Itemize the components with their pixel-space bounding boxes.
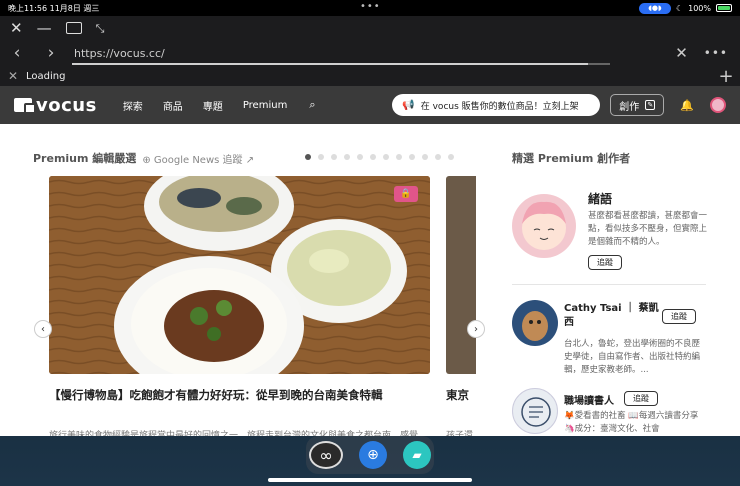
carousel-dot[interactable] xyxy=(357,154,363,160)
forward-button[interactable]: › xyxy=(34,43,68,63)
creator-bio: 甚麼都看甚麼都讀，甚麼都會一點，看似技多不壓身，但實際上是個雜而不精的人。 xyxy=(588,211,708,247)
article-image[interactable]: 🔒 xyxy=(49,176,430,374)
creator-avatar[interactable] xyxy=(512,300,558,346)
article-title[interactable]: 【慢行博物島】吃飽飽才有體力好好玩：從早到晚的台南美食特輯 xyxy=(49,387,383,403)
create-button[interactable]: 創作 ✎ xyxy=(610,94,665,116)
next-article-image[interactable] xyxy=(446,176,476,374)
globe-app-icon[interactable]: ⊕ xyxy=(359,441,387,469)
clock: 晚上11:56 11月8日 週三 xyxy=(8,3,100,13)
carousel-dot[interactable] xyxy=(396,154,402,160)
create-label: 創作 xyxy=(619,101,640,113)
dog-avatar-icon xyxy=(522,311,548,341)
nav-products[interactable]: 商品 xyxy=(163,98,183,113)
tab-title[interactable]: Loading xyxy=(26,71,712,82)
creator-avatar[interactable] xyxy=(512,194,576,258)
infinity-app-icon[interactable]: ∞ xyxy=(309,441,343,469)
tab-close-button[interactable]: ✕ xyxy=(0,69,26,83)
creator-name[interactable]: 緒語 xyxy=(588,190,612,207)
dock: ∞ ⊕ ▰ xyxy=(306,436,434,474)
creators-title: 精選 Premium 創作者 xyxy=(512,152,631,165)
vocus-logo-icon xyxy=(14,98,36,114)
site-header: vocus 探索 商品 專題 Premium ⌕ 📢 在 vocus 販售你的數… xyxy=(0,86,740,124)
screen-record-icon[interactable]: ◖●◗ xyxy=(638,2,671,14)
carousel-dot[interactable] xyxy=(331,154,337,160)
nav-premium[interactable]: Premium xyxy=(243,100,288,111)
carousel-dot[interactable] xyxy=(344,154,350,160)
food-illustration xyxy=(49,176,430,374)
minimize-window-icon[interactable]: — xyxy=(37,20,52,36)
moon-icon: ☾ xyxy=(675,3,684,13)
follow-button[interactable]: 追蹤 xyxy=(588,255,622,270)
carousel-dot[interactable] xyxy=(435,154,441,160)
creator-card: 職場讀書人 追蹤 🦊愛看書的社畜 📖每週六讀書分享🦄成分：臺灣文化、社會 xyxy=(512,388,712,436)
carousel-prev-button[interactable]: ‹ xyxy=(34,320,52,338)
next-article-title[interactable]: 東京 xyxy=(446,387,469,403)
carousel-dot[interactable] xyxy=(383,154,389,160)
promo-banner[interactable]: 📢 在 vocus 販售你的數位商品！立刻上架 xyxy=(392,94,601,116)
creator-card: 緒語 甚麼都看甚麼都讀，甚麼都會一點，看似技多不壓身，但實際上是個雜而不精的人。… xyxy=(512,192,712,284)
creator-name[interactable]: 職場讀書人 xyxy=(564,392,614,407)
battery-icon xyxy=(716,4,732,12)
carousel-dot[interactable] xyxy=(318,154,324,160)
carousel-dot[interactable] xyxy=(422,154,428,160)
carousel-dot[interactable] xyxy=(448,154,454,160)
article-excerpt: 旅行美味的食物經驗是旅程當中最好的回憶之一。旅程走到台灣的文化與美食之都台南，感… xyxy=(49,431,419,436)
creator-bio: 台北人，魯蛇，登出學術圈的不良歷史學徒，自由寫作者、出版社特約編輯，歷史家教老師… xyxy=(564,339,701,375)
new-tab-button[interactable]: + xyxy=(712,66,740,87)
creator-bio: 🦊愛看書的社畜 📖每週六讀書分享🦄成分：臺灣文化、社會 xyxy=(564,411,699,434)
megaphone-icon: 📢 xyxy=(402,99,415,111)
creator-name[interactable]: Cathy Tsai ｜ 蔡凱西 xyxy=(564,302,660,330)
user-avatar[interactable] xyxy=(710,97,726,113)
files-app-icon[interactable]: ▰ xyxy=(403,441,431,469)
search-icon[interactable]: ⌕ xyxy=(309,98,315,112)
browser-chrome: ✕ — ⤡ ‹ › https://vocus.cc/ ✕ ••• ✕ Load… xyxy=(0,16,740,87)
next-article-excerpt: 孩子還 xyxy=(446,431,474,436)
multitask-dots-icon[interactable]: ••• xyxy=(360,1,381,12)
close-window-icon[interactable]: ✕ xyxy=(10,20,23,36)
creator-avatar[interactable] xyxy=(512,388,558,434)
premium-lock-icon: 🔒 xyxy=(394,186,418,202)
nav-explore[interactable]: 探索 xyxy=(123,98,143,113)
back-button[interactable]: ‹ xyxy=(0,43,34,63)
edit-icon: ✎ xyxy=(645,100,656,110)
loading-progress-bar xyxy=(72,63,610,65)
more-menu-button[interactable]: ••• xyxy=(704,46,728,60)
carousel-dot[interactable] xyxy=(409,154,415,160)
divider xyxy=(512,284,706,285)
carousel-dots xyxy=(305,154,454,160)
follow-button[interactable]: 追蹤 xyxy=(662,309,696,324)
vocus-logo[interactable]: vocus xyxy=(14,95,97,116)
resize-window-icon[interactable]: ⤡ xyxy=(96,23,105,34)
status-bar: 晚上11:56 11月8日 週三 ••• ◖●◗ ☾ 100% xyxy=(0,0,740,16)
loading-progress-fill xyxy=(72,63,589,65)
page-content: Premium 編輯嚴選 ⊕ Google News 追蹤 ↗ 🔒 ‹ › 【慢… xyxy=(0,124,740,436)
promo-text: 在 vocus 販售你的數位商品！立刻上架 xyxy=(420,101,579,112)
reader-logo-icon xyxy=(521,397,551,427)
url-field[interactable]: https://vocus.cc/ xyxy=(68,47,675,60)
maximize-window-icon[interactable] xyxy=(65,22,82,34)
follow-button[interactable]: 追蹤 xyxy=(624,391,658,406)
home-indicator[interactable] xyxy=(268,478,472,482)
carousel-dot[interactable] xyxy=(370,154,376,160)
anime-avatar-icon xyxy=(522,201,566,250)
nav-topics[interactable]: 專題 xyxy=(203,98,223,113)
carousel-next-button[interactable]: › xyxy=(467,320,485,338)
creator-card: Cathy Tsai ｜ 蔡凱西 追蹤 台北人，魯蛇，登出學術圈的不良歷史學徒，… xyxy=(512,300,712,380)
carousel-dot[interactable] xyxy=(305,154,311,160)
stop-loading-button[interactable]: ✕ xyxy=(675,44,688,62)
section-title: Premium 編輯嚴選 ⊕ Google News 追蹤 ↗ xyxy=(33,151,255,166)
logo-text: vocus xyxy=(36,94,97,116)
bell-icon[interactable]: 🔔 xyxy=(680,99,694,112)
google-news-link[interactable]: ⊕ Google News 追蹤 ↗ xyxy=(142,151,254,166)
battery-label: 100% xyxy=(688,3,711,13)
